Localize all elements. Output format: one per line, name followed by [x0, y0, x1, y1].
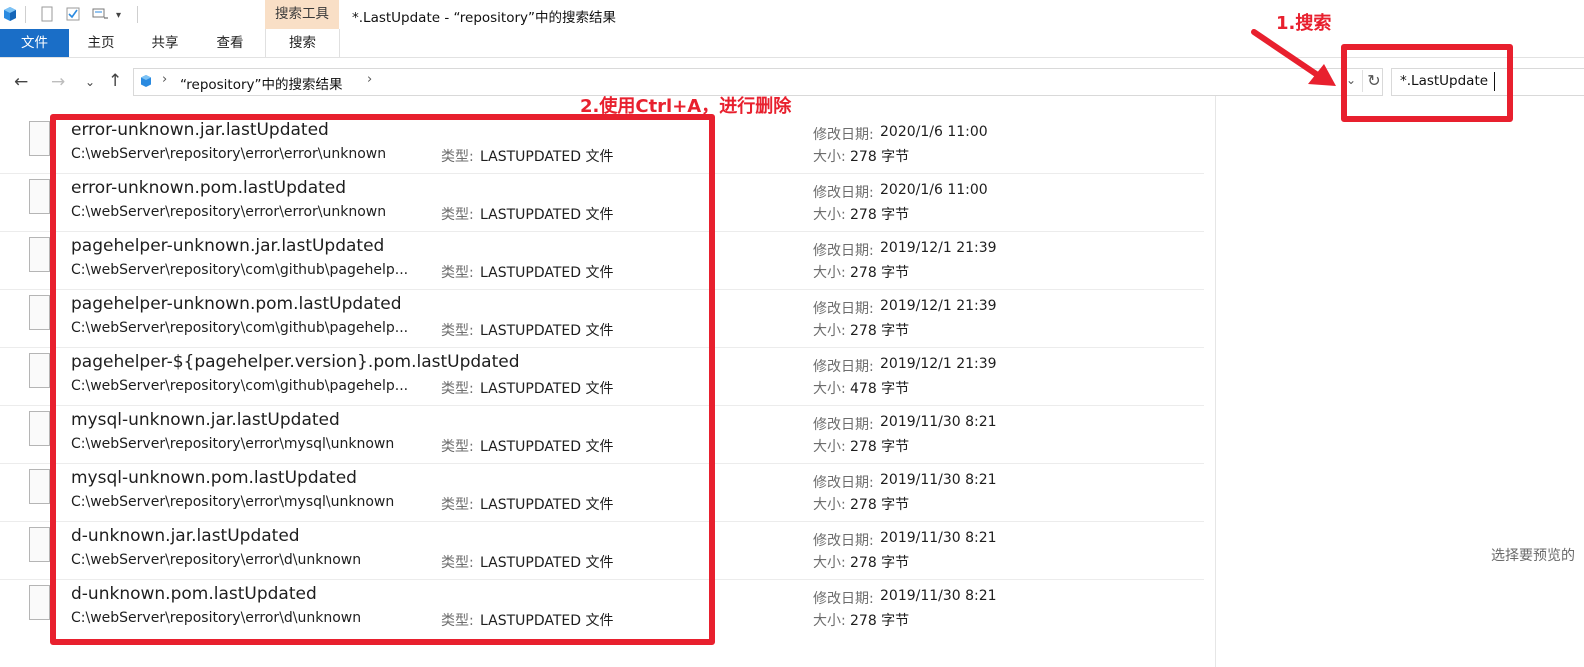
file-date: 2019/12/1 21:39	[880, 298, 997, 314]
modified-label: 修改日期:	[813, 127, 874, 143]
size-label: 大小:	[813, 265, 846, 281]
preview-pane-message: 选择要预览的	[1491, 548, 1575, 564]
size-label: 大小:	[813, 323, 846, 339]
file-date: 2019/11/30 8:21	[880, 530, 997, 546]
modified-label: 修改日期:	[813, 417, 874, 433]
modified-label: 修改日期:	[813, 243, 874, 259]
size-label: 大小:	[813, 149, 846, 165]
file-date: 2019/11/30 8:21	[880, 414, 997, 430]
modified-label: 修改日期:	[813, 533, 874, 549]
size-label: 大小:	[813, 497, 846, 513]
explorer-cube-icon	[4, 7, 16, 21]
modified-label: 修改日期:	[813, 591, 874, 607]
qat-dropdown-icon[interactable]: ▾	[116, 6, 121, 26]
file-icon	[29, 121, 50, 156]
tab-view[interactable]: 查看	[197, 29, 263, 57]
file-date: 2019/11/30 8:21	[880, 472, 997, 488]
preview-pane-divider[interactable]	[1215, 96, 1216, 667]
file-icon	[29, 469, 50, 504]
context-tab-search-tools: 搜索工具	[265, 0, 339, 29]
address-path[interactable]: “repository”中的搜索结果	[180, 73, 343, 93]
file-icon	[29, 179, 50, 214]
file-size: 278 字节	[850, 323, 910, 339]
file-icon	[29, 585, 50, 620]
back-arrow-icon[interactable]: ←	[14, 72, 28, 92]
file-size: 278 字节	[850, 555, 910, 571]
checkmark-icon[interactable]	[66, 6, 80, 22]
file-icon	[29, 295, 50, 330]
recent-dropdown-icon[interactable]: ⌄	[85, 72, 95, 92]
file-date: 2019/12/1 21:39	[880, 240, 997, 256]
qat-separator	[25, 6, 26, 23]
size-label: 大小:	[813, 381, 846, 397]
title-bar: ▾ 搜索工具 *.LastUpdate - “repository”中的搜索结果	[0, 0, 1584, 29]
properties-icon[interactable]	[40, 6, 54, 22]
forward-arrow-icon[interactable]: →	[51, 72, 65, 92]
file-size: 278 字节	[850, 613, 910, 629]
annotation-results-highlight	[50, 114, 715, 645]
annotation-arrow-icon	[1251, 29, 1336, 86]
modified-label: 修改日期:	[813, 359, 874, 375]
tab-share[interactable]: 共享	[133, 29, 197, 57]
file-size: 278 字节	[850, 497, 910, 513]
annotation-search-highlight	[1341, 44, 1513, 122]
file-icon	[29, 237, 50, 272]
modified-label: 修改日期:	[813, 301, 874, 317]
file-icon	[29, 527, 50, 562]
file-size: 278 字节	[850, 149, 910, 165]
file-size: 278 字节	[850, 265, 910, 281]
size-label: 大小:	[813, 207, 846, 223]
file-icon	[29, 411, 50, 446]
file-size: 478 字节	[850, 381, 910, 397]
file-size: 278 字节	[850, 439, 910, 455]
modified-label: 修改日期:	[813, 185, 874, 201]
window-title: *.LastUpdate - “repository”中的搜索结果	[352, 10, 617, 26]
up-arrow-icon[interactable]: ↑	[108, 71, 122, 91]
size-label: 大小:	[813, 613, 846, 629]
tab-file[interactable]: 文件	[0, 29, 69, 57]
size-label: 大小:	[813, 439, 846, 455]
qat-separator	[137, 6, 138, 23]
explorer-cube-icon	[141, 75, 151, 87]
chevron-right-icon[interactable]: ›	[162, 72, 167, 87]
modified-label: 修改日期:	[813, 475, 874, 491]
file-date: 2019/12/1 21:39	[880, 356, 997, 372]
customize-icon[interactable]	[92, 6, 110, 22]
file-date: 2020/1/6 11:00	[880, 182, 988, 198]
size-label: 大小:	[813, 555, 846, 571]
file-date: 2019/11/30 8:21	[880, 588, 997, 604]
file-size: 278 字节	[850, 207, 910, 223]
file-date: 2020/1/6 11:00	[880, 124, 988, 140]
chevron-right-icon[interactable]: ›	[367, 72, 372, 87]
file-icon	[29, 353, 50, 388]
tab-home[interactable]: 主页	[69, 29, 133, 57]
tab-search[interactable]: 搜索	[265, 29, 340, 57]
